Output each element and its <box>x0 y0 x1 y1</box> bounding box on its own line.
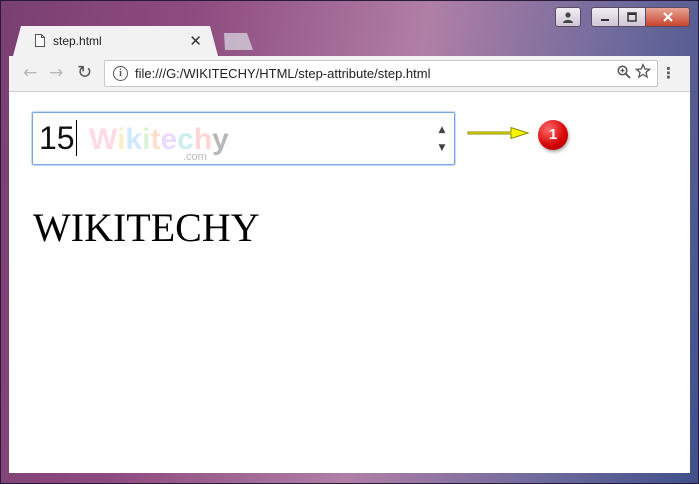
tab-close-icon[interactable]: ✕ <box>189 32 202 50</box>
star-icon[interactable] <box>634 62 652 83</box>
spin-buttons[interactable]: ▲ ▼ <box>436 121 448 157</box>
tab-step-html[interactable]: step.html ✕ <box>13 26 218 56</box>
watermark-suffix: .com <box>183 151 207 163</box>
tab-title: step.html <box>53 34 102 48</box>
user-icon[interactable] <box>555 7 581 27</box>
annotation-marker: 1 <box>538 120 568 150</box>
wikitechy-watermark: Wikitechy <box>89 123 229 156</box>
maximize-icon[interactable] <box>619 7 646 27</box>
minimize-icon[interactable] <box>591 7 619 27</box>
number-input-value[interactable]: 15 <box>39 120 77 156</box>
address-bar[interactable]: i file:///G:/WIKITECHY/HTML/step-attribu… <box>104 60 658 87</box>
page-heading: WIKITECHY <box>33 205 260 250</box>
new-tab-button[interactable] <box>224 33 253 50</box>
annotation-arrow-icon <box>467 126 529 140</box>
close-icon[interactable] <box>646 7 690 27</box>
reload-icon[interactable]: ↻ <box>77 63 92 83</box>
back-arrow-icon[interactable]: ← <box>23 63 37 83</box>
spin-down-icon[interactable]: ▼ <box>436 139 448 157</box>
page-content: Wikitechy .com 15 ▲ ▼ 1 WIKITECHY <box>9 92 690 473</box>
zoom-icon[interactable] <box>617 65 631 83</box>
browser-toolbar: ← → ↻ i file:///G:/WIKITECHY/HTML/step-a… <box>9 56 690 92</box>
browser-window: step.html ✕ ← → ↻ i file:///G:/WIKITECHY… <box>0 0 699 484</box>
info-icon[interactable]: i <box>113 66 128 81</box>
text-caret <box>75 120 77 156</box>
spin-up-icon[interactable]: ▲ <box>436 121 448 139</box>
url-text[interactable]: file:///G:/WIKITECHY/HTML/step-attribute… <box>135 66 430 81</box>
window-caption-buttons <box>555 7 690 27</box>
forward-arrow-icon[interactable]: → <box>49 63 63 83</box>
number-input[interactable]: Wikitechy .com 15 ▲ ▼ <box>32 112 455 165</box>
document-icon <box>35 32 45 51</box>
menu-icon[interactable]: ⋮ <box>661 63 676 83</box>
